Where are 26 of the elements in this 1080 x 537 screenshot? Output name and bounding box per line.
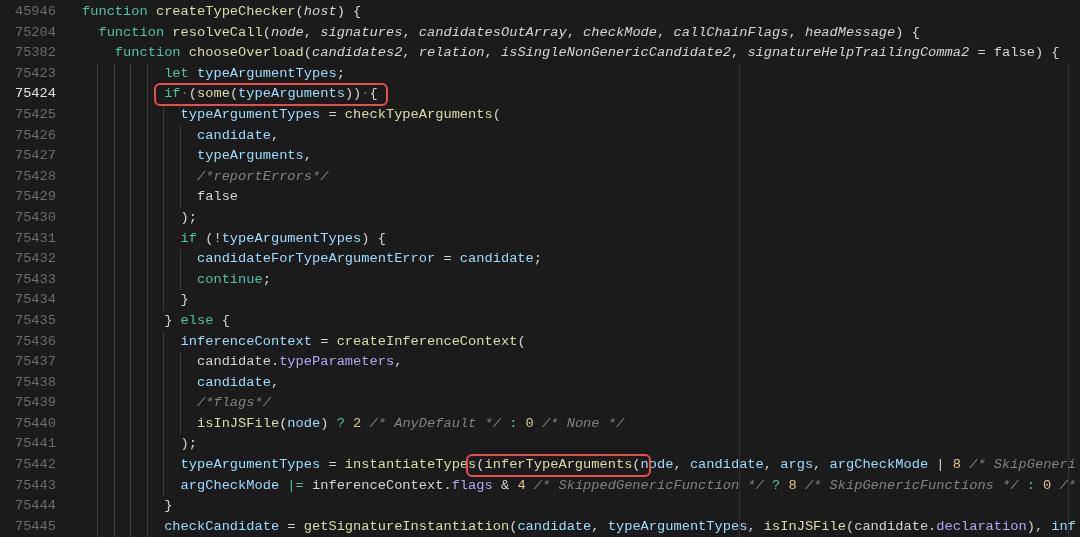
line-number: 75423 <box>13 64 56 83</box>
line-number: 75436 <box>13 332 56 351</box>
line-number: 75437 <box>13 353 56 372</box>
line-number: 75429 <box>13 188 56 207</box>
line-number: 75445 <box>13 517 56 536</box>
line-number: 75435 <box>13 311 56 330</box>
line-number: 75432 <box>13 250 56 269</box>
line-number: 75433 <box>13 270 56 289</box>
line-number: 75428 <box>13 167 56 186</box>
line-number: 45946 <box>13 3 56 21</box>
line-number: 75204 <box>13 23 56 42</box>
line-number: 75382 <box>13 44 56 63</box>
line-number: 75431 <box>13 229 56 248</box>
line-number: 75427 <box>13 147 56 166</box>
line-number: 75430 <box>13 208 56 227</box>
line-number: 75425 <box>13 105 56 124</box>
line-number: 75443 <box>13 476 56 495</box>
line-number: 75444 <box>13 497 56 516</box>
line-number: 75439 <box>13 394 56 413</box>
line-number: 75434 <box>13 291 56 310</box>
line-number: 75424 <box>13 85 56 104</box>
line-number: 75441 <box>13 435 56 454</box>
line-number: 75442 <box>13 456 56 475</box>
line-number: 75438 <box>13 373 56 392</box>
line-number: 75426 <box>13 126 56 145</box>
line-number: 75440 <box>13 414 56 433</box>
